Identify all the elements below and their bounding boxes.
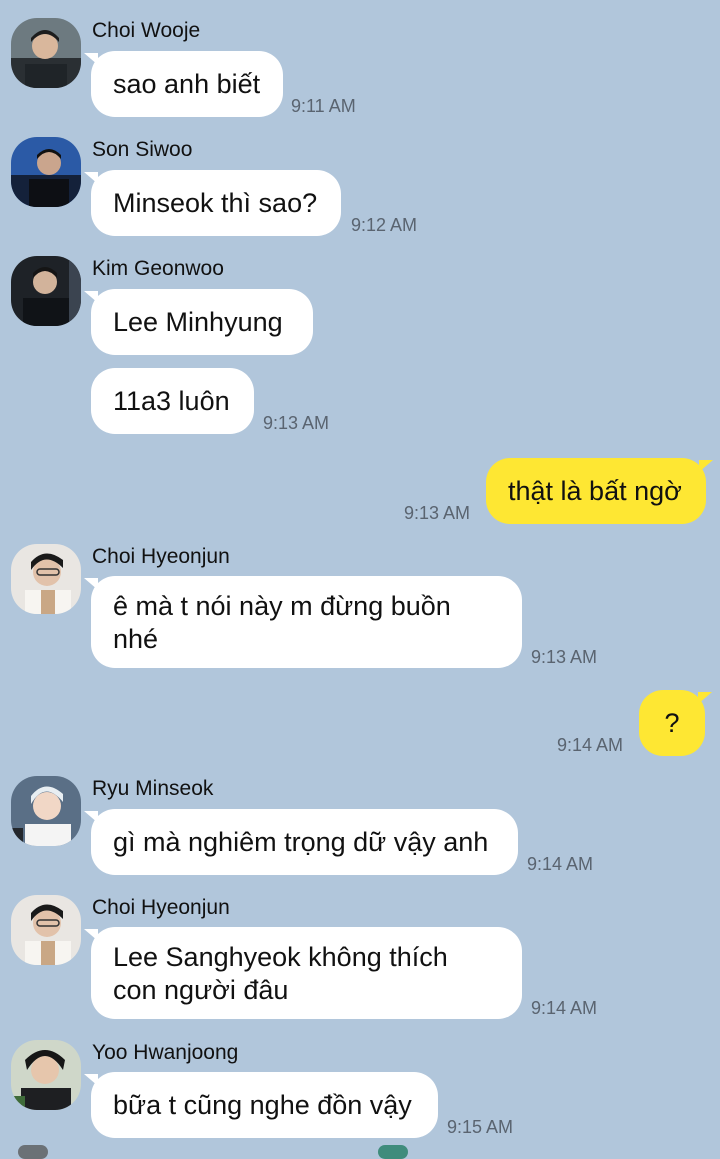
message-bubble[interactable]: Lee Sanghyeok không thích con người đâu — [84, 927, 522, 1019]
timestamp: 9:14 AM — [557, 735, 624, 755]
timestamp: 9:14 AM — [531, 998, 598, 1018]
timestamp: 9:11 AM — [291, 96, 356, 116]
message-text: ? — [664, 707, 680, 738]
message-bubble[interactable]: sao anh biết — [84, 51, 283, 117]
message-text: 11a3 luôn — [113, 385, 230, 416]
message-bubble[interactable]: bữa t cũng nghe đồn vậy — [84, 1072, 438, 1138]
message-text: bữa t cũng nghe đồn vậy — [113, 1089, 412, 1120]
sender-name: Choi Hyeonjun — [92, 545, 230, 568]
message-text-line: ê mà t nói này m đừng buồn — [113, 591, 451, 621]
sender-name: Son Siwoo — [92, 138, 193, 161]
avatar[interactable] — [11, 137, 81, 207]
message-bubble[interactable]: gì mà nghiêm trọng dữ vậy anh — [84, 809, 518, 875]
message-text: sao anh biết — [113, 68, 261, 99]
message-bubble[interactable]: ê mà t nói này m đừng buồn nhé — [84, 576, 522, 668]
sender-name: Choi Wooje — [92, 19, 201, 42]
sender-name: Choi Hyeonjun — [92, 896, 230, 919]
timestamp: 9:14 AM — [527, 854, 594, 874]
partial-avatar — [18, 1145, 48, 1159]
message-text: gì mà nghiêm trọng dữ vậy anh — [113, 826, 489, 857]
avatar[interactable] — [11, 544, 81, 614]
partial-element — [378, 1145, 408, 1159]
timestamp: 9:15 AM — [447, 1117, 514, 1137]
avatar[interactable] — [11, 1040, 81, 1110]
sender-name: Ryu Minseok — [92, 777, 214, 800]
timestamp: 9:12 AM — [351, 215, 418, 235]
message-text: Minseok thì sao? — [113, 187, 318, 218]
sender-name: Yoo Hwanjoong — [92, 1041, 239, 1064]
timestamp: 9:13 AM — [404, 503, 471, 523]
avatar[interactable] — [11, 256, 81, 326]
avatar[interactable] — [11, 895, 81, 965]
message-bubble[interactable]: 11a3 luôn — [91, 368, 254, 434]
message-text-line: Lee Sanghyeok không thích — [113, 942, 448, 972]
avatar[interactable] — [11, 776, 81, 846]
avatar[interactable] — [11, 18, 81, 88]
timestamp: 9:13 AM — [531, 647, 598, 667]
message-bubble[interactable]: Minseok thì sao? — [84, 170, 341, 236]
message-text: Lee Minhyung — [113, 306, 283, 337]
message-text-line: nhé — [113, 624, 159, 654]
message-text-line: con người đâu — [113, 975, 289, 1005]
message-bubble[interactable]: ? — [639, 690, 712, 756]
sender-name: Kim Geonwoo — [92, 257, 224, 280]
message-bubble[interactable]: thật là bất ngờ — [486, 458, 713, 524]
timestamp: 9:13 AM — [263, 413, 330, 433]
message-text: thật là bất ngờ — [508, 475, 682, 506]
message-bubble[interactable]: Lee Minhyung — [84, 289, 313, 355]
